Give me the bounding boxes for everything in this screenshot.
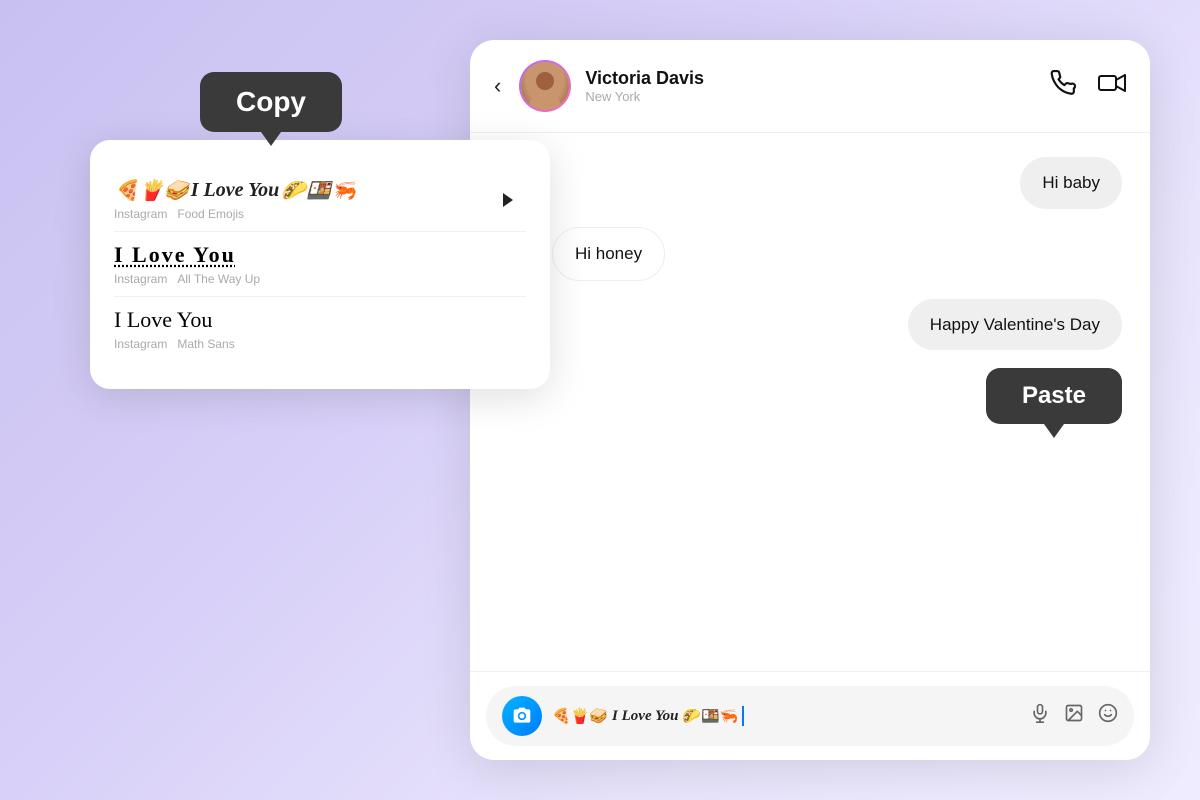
contact-location: New York — [585, 89, 1036, 104]
input-icons — [1030, 703, 1118, 729]
message-hi-honey-wrapper: Hi honey — [498, 227, 1122, 281]
chat-window: ‹ Victoria Davis New York — [470, 40, 1150, 760]
paste-label: Paste — [1022, 382, 1086, 409]
tag-style-1: Food Emojis — [177, 207, 244, 221]
tag-style-3: Math Sans — [177, 337, 234, 351]
phone-icon[interactable] — [1050, 70, 1076, 102]
tag-style-2: All The Way Up — [177, 272, 260, 286]
dotted-text: I Love You — [114, 242, 236, 267]
tag-instagram-3: Instagram — [114, 337, 167, 351]
font-tags-3: Instagram Math Sans — [114, 337, 526, 351]
chat-input-text[interactable]: 🍕🍟🥪 I Love You 🌮🍱🦐 — [552, 706, 1020, 726]
tag-instagram-2: Instagram — [114, 272, 167, 286]
contact-avatar-ring — [519, 60, 571, 112]
message-hi-baby: Hi baby — [1020, 157, 1122, 209]
font-row-mathsans-content: I Love You Instagram Math Sans — [114, 307, 526, 351]
camera-button[interactable] — [502, 696, 542, 736]
contact-avatar — [521, 62, 569, 110]
font-preview-dotted: I Love You — [114, 242, 526, 268]
back-button[interactable]: ‹ — [494, 73, 501, 99]
font-row-dotted-content: I Love You Instagram All The Way Up — [114, 242, 526, 286]
emoji-icon[interactable] — [1098, 703, 1118, 729]
copy-label: Copy — [236, 86, 306, 117]
header-icons — [1050, 70, 1126, 102]
paste-tooltip[interactable]: Paste — [986, 368, 1122, 424]
font-row-emoji: 🍕🍟🥪 I Love You 🌮🍱🦐 Instagram Food Emojis — [114, 168, 526, 231]
copy-tooltip[interactable]: Copy — [200, 72, 342, 132]
contact-name: Victoria Davis — [585, 68, 1036, 89]
msg-text-1: Hi baby — [1042, 173, 1100, 192]
tag-instagram-1: Instagram — [114, 207, 167, 221]
font-preview-mathsans: I Love You — [114, 307, 526, 333]
text-cursor — [742, 706, 744, 726]
chat-input-area: 🍕🍟🥪 I Love You 🌮🍱🦐 — [470, 671, 1150, 760]
emoji-before-1: 🍕🍟🥪 — [114, 178, 189, 203]
message-valentines: Happy Valentine's Day — [908, 299, 1122, 351]
mic-icon[interactable] — [1030, 703, 1050, 729]
video-icon[interactable] — [1098, 70, 1126, 102]
image-icon[interactable] — [1064, 703, 1084, 729]
font-tags-1: Instagram Food Emojis — [114, 207, 490, 221]
arrow-btn-1[interactable] — [490, 182, 526, 218]
msg-text-2: Hi honey — [575, 244, 642, 263]
mathsans-text: I Love You — [114, 307, 212, 332]
chat-body: Hi baby Hi honey Happy Valentine's Day P… — [470, 133, 1150, 671]
message-hi-honey: Hi honey — [552, 227, 665, 281]
emoji-after-1: 🌮🍱🦐 — [281, 178, 356, 203]
chat-input-bar: 🍕🍟🥪 I Love You 🌮🍱🦐 — [486, 686, 1134, 746]
font-row-mathsans: I Love You Instagram Math Sans — [114, 296, 526, 361]
msg-text-3: Happy Valentine's Day — [930, 315, 1100, 334]
input-love-text: I Love You — [612, 708, 678, 725]
contact-info: Victoria Davis New York — [585, 68, 1036, 104]
font-preview-emoji: 🍕🍟🥪 I Love You 🌮🍱🦐 — [114, 178, 490, 203]
input-emoji-after: 🌮🍱🦐 — [682, 707, 738, 725]
paste-tooltip-wrapper: Paste — [986, 368, 1122, 424]
font-row-dotted: I Love You Instagram All The Way Up — [114, 231, 526, 296]
copy-card: Copy 🍕🍟🥪 I Love You 🌮🍱🦐 Instagram Food E… — [90, 140, 550, 389]
emoji-text-1: I Love You — [191, 179, 280, 202]
font-tags-2: Instagram All The Way Up — [114, 272, 526, 286]
chat-header: ‹ Victoria Davis New York — [470, 40, 1150, 133]
font-row-emoji-content: 🍕🍟🥪 I Love You 🌮🍱🦐 Instagram Food Emojis — [114, 178, 490, 221]
input-emoji-before: 🍕🍟🥪 — [552, 707, 608, 725]
